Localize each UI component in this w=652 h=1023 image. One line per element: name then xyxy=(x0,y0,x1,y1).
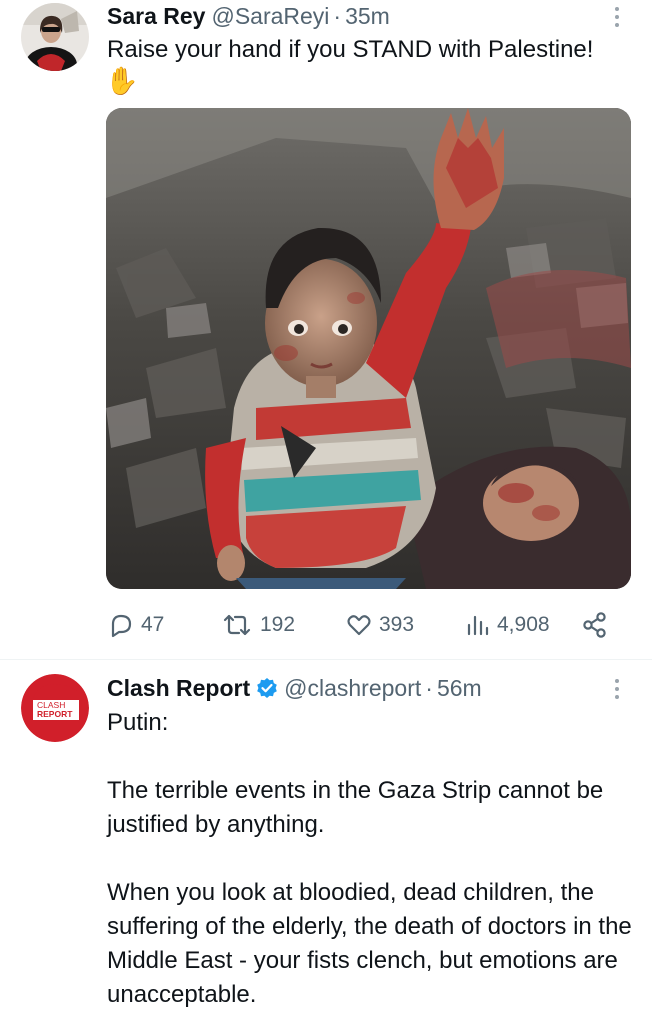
tweet-header: Sara Rey @SaraReyi · 35m xyxy=(107,2,390,30)
tweet-paragraph: The terrible events in the Gaza Strip ca… xyxy=(107,777,604,838)
author-handle[interactable]: @SaraReyi xyxy=(211,2,329,30)
retweet-button[interactable]: 192 xyxy=(220,610,295,640)
views-button[interactable]: 4,908 xyxy=(465,610,550,640)
raised-hand-emoji: ✋ xyxy=(105,66,139,96)
tweet-text: Raise your hand if you STAND with Palest… xyxy=(107,36,594,63)
tweet-paragraph: Putin: xyxy=(107,709,169,736)
separator: · xyxy=(425,675,433,701)
reply-button[interactable]: 47 xyxy=(107,610,164,640)
clash-report-logo: CLASH REPORT xyxy=(21,674,89,742)
share-icon xyxy=(583,612,606,638)
tweet-paragraph: When you look at bloodied, dead children… xyxy=(107,879,632,1008)
timestamp[interactable]: 35m xyxy=(345,2,390,30)
author-handle[interactable]: @clashreport xyxy=(284,674,421,702)
like-count: 393 xyxy=(379,613,415,636)
tweet-header: Clash Report @clashreport · 56m xyxy=(107,674,482,702)
tweet-sara-rey[interactable]: Sara Rey @SaraReyi · 35m Raise your hand… xyxy=(0,0,652,660)
avatar-image xyxy=(21,3,89,71)
retweet-count: 192 xyxy=(260,613,296,636)
separator: · xyxy=(333,3,342,29)
more-icon[interactable] xyxy=(610,3,624,31)
more-icon[interactable] xyxy=(610,675,624,703)
svg-text:REPORT: REPORT xyxy=(37,709,73,719)
tweet-image[interactable] xyxy=(106,108,631,589)
timestamp[interactable]: 56m xyxy=(437,674,482,702)
author-name[interactable]: Clash Report xyxy=(107,674,250,702)
share-button[interactable] xyxy=(581,610,609,640)
retweet-icon xyxy=(223,614,251,636)
like-button[interactable]: 393 xyxy=(345,610,414,640)
heart-icon xyxy=(347,615,371,636)
verified-badge-icon xyxy=(257,678,277,698)
avatar[interactable]: CLASH REPORT xyxy=(21,674,89,742)
views-count: 4,908 xyxy=(497,613,550,636)
views-icon xyxy=(467,615,489,636)
media-image xyxy=(106,108,631,589)
tweet-text: Putin: The terrible events in the Gaza S… xyxy=(107,706,637,1012)
reply-count: 47 xyxy=(141,613,165,636)
tweet-actions: 47 192 393 4,908 xyxy=(107,610,627,640)
author-name[interactable]: Sara Rey xyxy=(107,2,205,30)
tweet-clash-report[interactable]: CLASH REPORT Clash Report @clashreport ·… xyxy=(0,660,652,1023)
reply-icon xyxy=(111,614,132,638)
avatar[interactable] xyxy=(21,3,89,71)
